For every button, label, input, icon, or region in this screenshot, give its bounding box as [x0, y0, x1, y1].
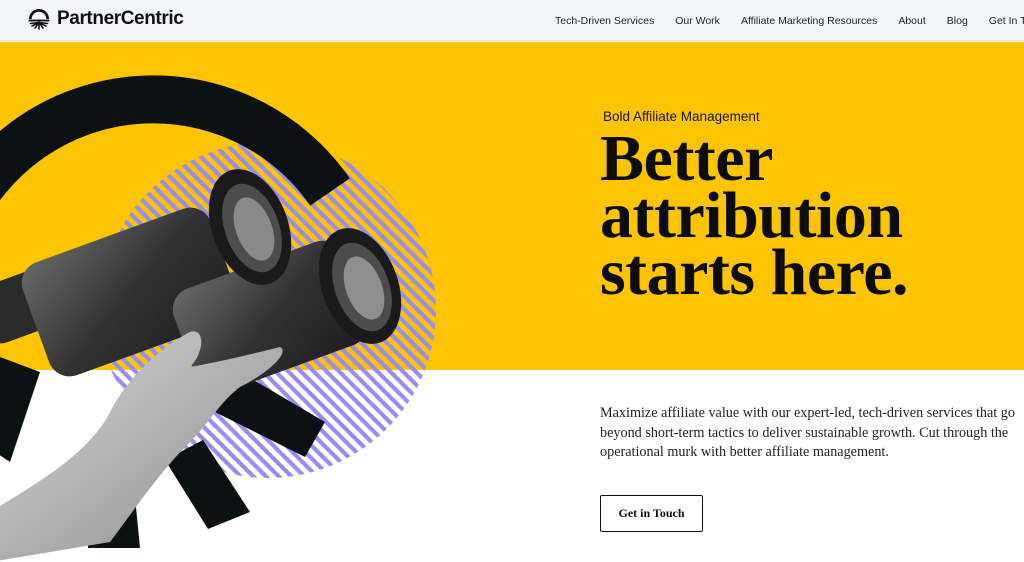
main-nav: Tech-Driven Services Our Work Affiliate …: [555, 0, 1024, 41]
hero-illustration: [0, 42, 450, 562]
sunrise-logo-icon: [28, 9, 50, 30]
nav-our-work[interactable]: Our Work: [675, 15, 720, 27]
hero-description: Maximize affiliate value with our expert…: [600, 405, 1015, 460]
get-in-touch-button[interactable]: Get in Touch: [600, 495, 703, 532]
brand-name: PartnerCentric: [57, 8, 184, 29]
nav-about[interactable]: About: [898, 15, 925, 27]
nav-tech-driven-services[interactable]: Tech-Driven Services: [555, 15, 654, 27]
site-header: PartnerCentric Tech-Driven Services Our …: [0, 0, 1024, 41]
binoculars-illustration: [0, 75, 436, 561]
headline-line-3: starts here.: [600, 236, 909, 309]
hero-headline: Better attribution starts here.: [600, 126, 909, 309]
nav-get-in-touch[interactable]: Get In Touch: [989, 15, 1024, 27]
nav-affiliate-marketing-resources[interactable]: Affiliate Marketing Resources: [741, 15, 877, 27]
nav-blog[interactable]: Blog: [947, 15, 968, 27]
logo-link[interactable]: PartnerCentric: [27, 7, 184, 31]
